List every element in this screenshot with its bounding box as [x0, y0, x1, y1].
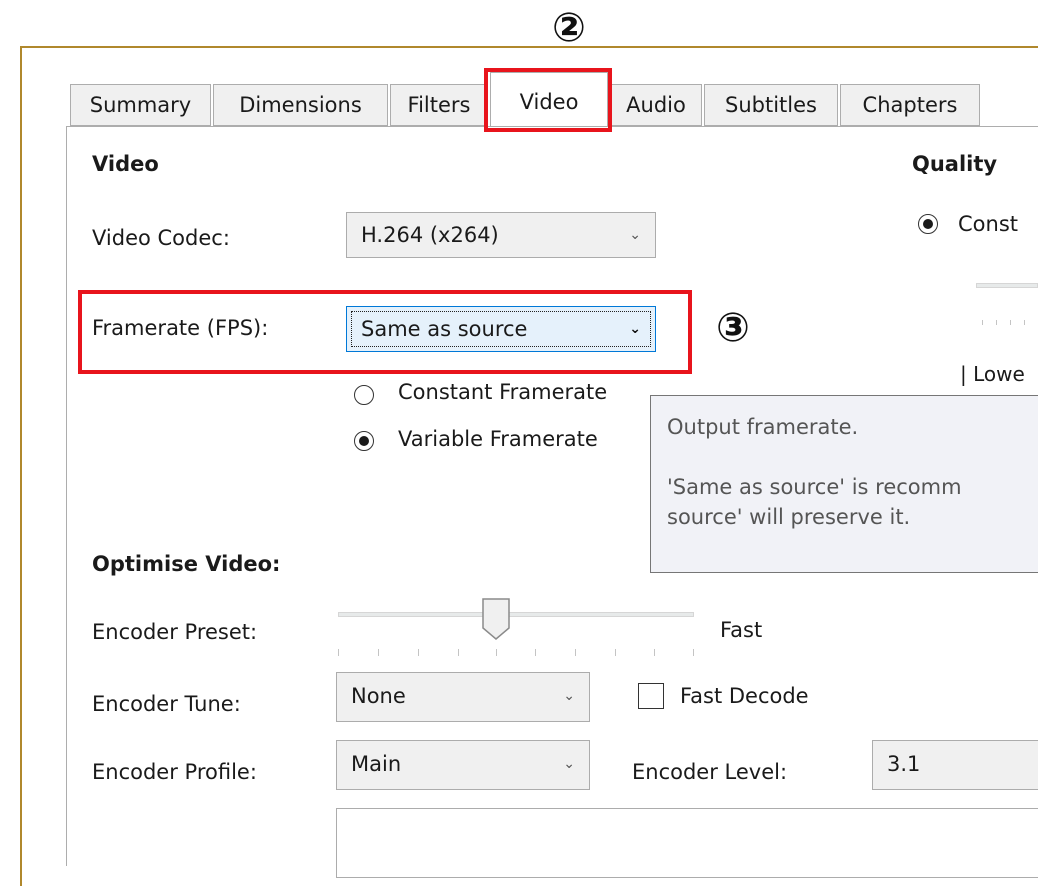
constant-quality-radio[interactable]: [918, 214, 938, 234]
encoder-preset-label: Encoder Preset:: [92, 620, 258, 644]
tab-dimensions[interactable]: Dimensions: [213, 84, 388, 126]
video-codec-value: H.264 (x264): [361, 223, 499, 247]
constant-quality-label: Const: [958, 212, 1018, 236]
slider-tick: [1024, 320, 1025, 325]
quality-low-label: | Lowe: [960, 362, 1025, 386]
video-heading: Video: [92, 152, 159, 176]
quality-slider-track[interactable]: [976, 283, 1038, 288]
tab-subtitles[interactable]: Subtitles: [704, 84, 838, 126]
chevron-down-icon: ⌄: [629, 227, 641, 243]
slider-tick: [982, 320, 983, 325]
encoder-tune-select[interactable]: None ⌄: [336, 672, 590, 722]
framerate-tooltip: Output framerate. 'Same as source' is re…: [650, 395, 1038, 573]
video-codec-label: Video Codec:: [92, 226, 230, 250]
annotation-number-3: ③: [716, 305, 750, 351]
annotation-box-video-tab: [484, 68, 612, 132]
chevron-down-icon: ⌄: [563, 756, 575, 772]
constant-framerate-radio[interactable]: [354, 385, 374, 405]
tab-audio[interactable]: Audio: [610, 84, 702, 126]
constant-framerate-label: Constant Framerate: [398, 380, 608, 404]
fast-decode-checkbox[interactable]: [638, 683, 664, 709]
encoder-tune-label: Encoder Tune:: [92, 692, 241, 716]
encoder-level-value: 3.1: [887, 752, 921, 776]
fast-decode-label: Fast Decode: [680, 684, 809, 708]
annotation-number-2: ②: [552, 5, 586, 51]
encoder-profile-label: Encoder Profile:: [92, 760, 257, 784]
video-codec-select[interactable]: H.264 (x264) ⌄: [346, 212, 656, 258]
slider-tick: [1010, 320, 1011, 325]
encoder-preset-slider-thumb[interactable]: [482, 598, 510, 640]
encoder-preset-ticks: [338, 649, 698, 659]
quality-heading: Quality: [912, 152, 998, 176]
extra-options-textbox[interactable]: [336, 808, 1038, 878]
encoder-tune-value: None: [351, 684, 406, 708]
tooltip-line-3: source' will preserve it.: [667, 505, 911, 529]
encoder-level-select[interactable]: 3.1: [872, 740, 1038, 790]
optimise-video-heading: Optimise Video:: [92, 552, 281, 576]
encoder-preset-slider-track[interactable]: [338, 612, 694, 617]
variable-framerate-radio[interactable]: [354, 431, 374, 451]
tab-summary[interactable]: Summary: [70, 84, 211, 126]
encoder-profile-value: Main: [351, 752, 402, 776]
chevron-down-icon: ⌄: [563, 688, 575, 704]
tab-chapters[interactable]: Chapters: [840, 84, 980, 126]
encoder-preset-value: Fast: [720, 618, 763, 642]
encoder-profile-select[interactable]: Main ⌄: [336, 740, 590, 790]
variable-framerate-label: Variable Framerate: [398, 427, 598, 451]
tooltip-line-2: 'Same as source' is recomm: [667, 475, 962, 499]
tooltip-line-1: Output framerate.: [667, 415, 859, 439]
slider-tick: [996, 320, 997, 325]
tab-filters[interactable]: Filters: [390, 84, 488, 126]
annotation-box-framerate: [78, 290, 692, 374]
encoder-level-label: Encoder Level:: [632, 760, 788, 784]
